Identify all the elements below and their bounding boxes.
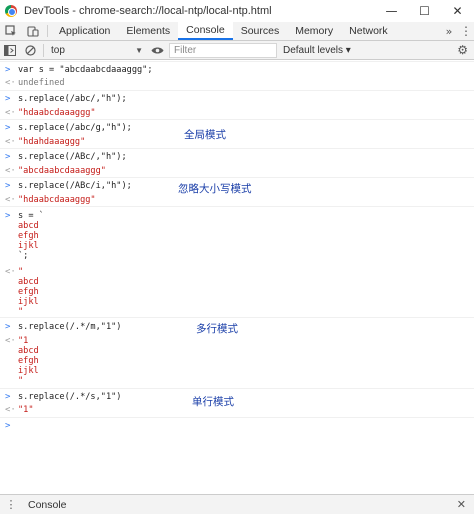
output-prompt-icon: <·: [5, 336, 16, 346]
console-entry: > var s = "abcdaabcdaaaggg"; <· undefine…: [0, 61, 474, 89]
annotation-note: 忽略大小写模式: [178, 183, 252, 195]
tab-memory[interactable]: Memory: [287, 22, 341, 40]
more-tabs-icon[interactable]: »: [440, 22, 458, 40]
input-prompt-icon: >: [5, 211, 11, 221]
sidebar-toggle-icon[interactable]: [0, 41, 20, 60]
input-prompt-icon: >: [5, 94, 11, 104]
drawer-menu-icon[interactable]: ⋮: [2, 498, 20, 511]
close-drawer-icon[interactable]: ✕: [457, 498, 466, 511]
output-prompt-icon: <·: [5, 195, 16, 205]
console-result: "1: [18, 336, 29, 346]
output-prompt-icon: <·: [5, 405, 16, 415]
output-prompt-icon: <·: [5, 108, 16, 118]
window-controls: — ☐ ✕: [375, 0, 474, 22]
context-selector[interactable]: top ▼: [47, 45, 147, 56]
inspect-element-icon[interactable]: [0, 22, 22, 40]
annotation-note: 全局模式: [184, 129, 226, 141]
annotation-note: 多行模式: [196, 323, 238, 335]
console-entry: > s.replace(/ABc/,"h"); <· "abcdaabcdaaa…: [0, 148, 474, 176]
window-title: DevTools - chrome-search://local-ntp/loc…: [24, 5, 272, 17]
tab-application[interactable]: Application: [51, 22, 118, 40]
filter-input[interactable]: [169, 42, 277, 58]
console-result: "1": [18, 405, 34, 415]
console-prompt-row[interactable]: >: [0, 417, 474, 433]
console-output[interactable]: > var s = "abcdaabcdaaaggg"; <· undefine…: [0, 61, 474, 493]
console-input: s.replace(/ABc/,"h");: [18, 152, 127, 162]
console-input-line: ijkl: [18, 241, 39, 251]
input-prompt-icon: >: [5, 65, 11, 75]
dropdown-arrow-icon: ▼: [135, 45, 143, 55]
console-input: s.replace(/ABc/i,"h");: [18, 181, 132, 191]
output-prompt-icon: <·: [5, 267, 16, 277]
tab-elements[interactable]: Elements: [118, 22, 178, 40]
input-prompt-icon: >: [5, 152, 11, 162]
console-input-line: abcd: [18, 221, 39, 231]
chrome-logo-icon: [5, 5, 17, 17]
minimize-button[interactable]: —: [375, 0, 408, 22]
console-result-line: ijkl: [18, 366, 39, 376]
console-input: var s = "abcdaabcdaaaggg";: [18, 65, 153, 75]
console-result-line: efgh: [18, 287, 39, 297]
console-result: "abcdaabcdaaaggg": [18, 166, 106, 176]
title-bar: DevTools - chrome-search://local-ntp/loc…: [0, 0, 474, 22]
console-result: "hdaabcdaaaggg": [18, 195, 96, 205]
console-result-line: abcd: [18, 346, 39, 356]
console-result-line: ": [18, 307, 24, 317]
console-result: "hdahdaaaggg": [18, 137, 86, 147]
input-prompt-icon: >: [5, 322, 11, 332]
console-entry: > s.replace(/.*/s,"1") <· "1": [0, 388, 474, 416]
console-input: s.replace(/abc/,"h");: [18, 94, 127, 104]
close-button[interactable]: ✕: [441, 0, 474, 22]
context-label: top: [51, 44, 65, 56]
tab-network[interactable]: Network: [341, 22, 396, 40]
more-options-icon[interactable]: ⋮: [458, 22, 474, 40]
console-result: "hdaabcdaaaggg": [18, 108, 96, 118]
device-toolbar-icon[interactable]: [22, 22, 44, 40]
console-entry: > s.replace(/abc/g,"h"); <· "hdahdaaaggg…: [0, 119, 474, 147]
console-input-line: `;: [18, 251, 29, 261]
drawer-tab-console[interactable]: Console: [28, 499, 67, 511]
annotation-note: 单行模式: [192, 396, 234, 408]
console-toolbar: top ▼ Default levels ▾ ⚙: [0, 41, 474, 60]
console-result: undefined: [18, 78, 65, 88]
output-prompt-icon: <·: [5, 78, 16, 88]
console-input: s.replace(/abc/g,"h");: [18, 123, 132, 133]
output-prompt-icon: <·: [5, 166, 16, 176]
console-input: s.replace(/.*/s,"1"): [18, 392, 122, 402]
console-input-line: efgh: [18, 231, 39, 241]
console-result-line: abcd: [18, 277, 39, 287]
tab-console[interactable]: Console: [178, 22, 233, 40]
output-prompt-icon: <·: [5, 137, 16, 147]
devtools-tab-bar: Application Elements Console Sources Mem…: [0, 22, 474, 41]
console-entry: > s.replace(/abc/,"h"); <· "hdaabcdaaagg…: [0, 90, 474, 118]
console-input: s = `: [18, 211, 44, 221]
console-entry: > s = ` abcd efgh ijkl `; <· " abcd efgh…: [0, 206, 474, 317]
eye-icon[interactable]: [147, 46, 167, 55]
console-input: s.replace(/.*/m,"1"): [18, 322, 122, 332]
console-result-line: ": [18, 376, 24, 386]
console-result-line: efgh: [18, 356, 39, 366]
input-prompt-icon: >: [5, 181, 11, 191]
console-result: ": [18, 267, 24, 277]
maximize-button[interactable]: ☐: [408, 0, 441, 22]
bottom-drawer: ⋮ Console ✕: [0, 494, 474, 514]
clear-console-icon[interactable]: [20, 41, 40, 60]
toolbar-divider: [47, 25, 48, 37]
input-prompt-icon: >: [5, 421, 11, 431]
tab-sources[interactable]: Sources: [233, 22, 288, 40]
toolbar-divider: [43, 43, 44, 57]
input-prompt-icon: >: [5, 392, 11, 402]
console-result-line: ijkl: [18, 297, 39, 307]
log-levels-dropdown[interactable]: Default levels ▾: [283, 45, 351, 56]
gear-icon[interactable]: ⚙: [457, 43, 468, 57]
input-prompt-icon: >: [5, 123, 11, 133]
